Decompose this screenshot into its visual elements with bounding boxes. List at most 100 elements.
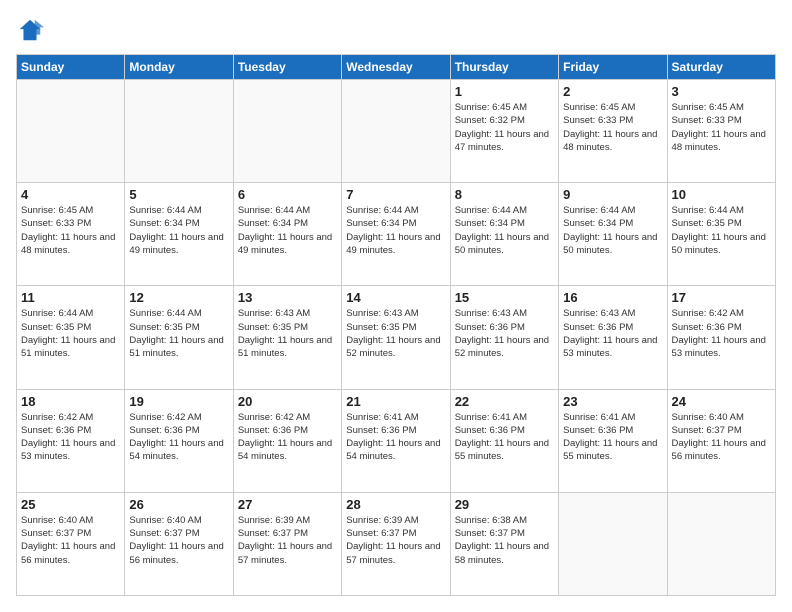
calendar-cell: 12 Sunrise: 6:44 AM Sunset: 6:35 PM Dayli… [125,286,233,389]
day-number: 24 [672,394,771,409]
calendar-cell: 14 Sunrise: 6:43 AM Sunset: 6:35 PM Dayli… [342,286,450,389]
day-number: 1 [455,84,554,99]
calendar-cell [559,492,667,595]
calendar-cell: 19 Sunrise: 6:42 AM Sunset: 6:36 PM Dayli… [125,389,233,492]
day-info: Sunrise: 6:41 AM Sunset: 6:36 PM Dayligh… [455,411,554,464]
day-info: Sunrise: 6:45 AM Sunset: 6:33 PM Dayligh… [672,101,771,154]
day-info: Sunrise: 6:43 AM Sunset: 6:35 PM Dayligh… [346,307,445,360]
logo-icon [16,16,44,44]
calendar-cell: 25 Sunrise: 6:40 AM Sunset: 6:37 PM Dayli… [17,492,125,595]
calendar-week-row: 11 Sunrise: 6:44 AM Sunset: 6:35 PM Dayli… [17,286,776,389]
day-info: Sunrise: 6:43 AM Sunset: 6:36 PM Dayligh… [563,307,662,360]
calendar-week-row: 25 Sunrise: 6:40 AM Sunset: 6:37 PM Dayli… [17,492,776,595]
weekday-header: Sunday [17,55,125,80]
day-number: 20 [238,394,337,409]
day-info: Sunrise: 6:41 AM Sunset: 6:36 PM Dayligh… [346,411,445,464]
day-info: Sunrise: 6:40 AM Sunset: 6:37 PM Dayligh… [21,514,120,567]
day-number: 15 [455,290,554,305]
day-number: 5 [129,187,228,202]
day-info: Sunrise: 6:40 AM Sunset: 6:37 PM Dayligh… [129,514,228,567]
calendar-cell [342,80,450,183]
calendar-cell: 9 Sunrise: 6:44 AM Sunset: 6:34 PM Daylig… [559,183,667,286]
calendar-cell: 27 Sunrise: 6:39 AM Sunset: 6:37 PM Dayli… [233,492,341,595]
day-info: Sunrise: 6:44 AM Sunset: 6:34 PM Dayligh… [238,204,337,257]
day-number: 2 [563,84,662,99]
day-info: Sunrise: 6:44 AM Sunset: 6:35 PM Dayligh… [21,307,120,360]
day-number: 12 [129,290,228,305]
day-number: 14 [346,290,445,305]
weekday-header: Tuesday [233,55,341,80]
day-info: Sunrise: 6:45 AM Sunset: 6:32 PM Dayligh… [455,101,554,154]
calendar-cell: 11 Sunrise: 6:44 AM Sunset: 6:35 PM Dayli… [17,286,125,389]
calendar-cell: 26 Sunrise: 6:40 AM Sunset: 6:37 PM Dayli… [125,492,233,595]
calendar-cell: 6 Sunrise: 6:44 AM Sunset: 6:34 PM Daylig… [233,183,341,286]
calendar-cell [125,80,233,183]
calendar-cell: 3 Sunrise: 6:45 AM Sunset: 6:33 PM Daylig… [667,80,775,183]
day-number: 29 [455,497,554,512]
day-number: 18 [21,394,120,409]
day-number: 3 [672,84,771,99]
calendar-cell: 17 Sunrise: 6:42 AM Sunset: 6:36 PM Dayli… [667,286,775,389]
day-info: Sunrise: 6:45 AM Sunset: 6:33 PM Dayligh… [563,101,662,154]
day-info: Sunrise: 6:39 AM Sunset: 6:37 PM Dayligh… [346,514,445,567]
calendar-cell: 8 Sunrise: 6:44 AM Sunset: 6:34 PM Daylig… [450,183,558,286]
calendar-cell: 10Sunrise: 6:44 AM Sunset: 6:35 PM Dayli… [667,183,775,286]
calendar-cell [17,80,125,183]
day-info: Sunrise: 6:44 AM Sunset: 6:34 PM Dayligh… [563,204,662,257]
calendar-cell: 2 Sunrise: 6:45 AM Sunset: 6:33 PM Daylig… [559,80,667,183]
calendar-cell: 28 Sunrise: 6:39 AM Sunset: 6:37 PM Dayli… [342,492,450,595]
logo [16,16,48,44]
calendar-cell: 5Sunrise: 6:44 AM Sunset: 6:34 PM Daylig… [125,183,233,286]
weekday-header: Friday [559,55,667,80]
day-info: Sunrise: 6:42 AM Sunset: 6:36 PM Dayligh… [129,411,228,464]
day-info: Sunrise: 6:43 AM Sunset: 6:35 PM Dayligh… [238,307,337,360]
day-number: 6 [238,187,337,202]
day-info: Sunrise: 6:44 AM Sunset: 6:34 PM Dayligh… [346,204,445,257]
calendar-cell: 1 Sunrise: 6:45 AM Sunset: 6:32 PM Daylig… [450,80,558,183]
day-number: 7 [346,187,445,202]
day-info: Sunrise: 6:39 AM Sunset: 6:37 PM Dayligh… [238,514,337,567]
day-info: Sunrise: 6:44 AM Sunset: 6:35 PM Dayligh… [129,307,228,360]
header [16,16,776,44]
calendar-cell: 24 Sunrise: 6:40 AM Sunset: 6:37 PM Dayli… [667,389,775,492]
day-info: Sunrise: 6:43 AM Sunset: 6:36 PM Dayligh… [455,307,554,360]
calendar: SundayMondayTuesdayWednesdayThursdayFrid… [16,54,776,596]
day-number: 16 [563,290,662,305]
weekday-header-row: SundayMondayTuesdayWednesdayThursdayFrid… [17,55,776,80]
calendar-cell: 21Sunrise: 6:41 AM Sunset: 6:36 PM Dayli… [342,389,450,492]
day-number: 11 [21,290,120,305]
calendar-cell: 16 Sunrise: 6:43 AM Sunset: 6:36 PM Dayli… [559,286,667,389]
day-number: 9 [563,187,662,202]
calendar-cell: 13 Sunrise: 6:43 AM Sunset: 6:35 PM Dayli… [233,286,341,389]
weekday-header: Monday [125,55,233,80]
calendar-cell [667,492,775,595]
day-number: 13 [238,290,337,305]
weekday-header: Wednesday [342,55,450,80]
day-number: 25 [21,497,120,512]
day-info: Sunrise: 6:44 AM Sunset: 6:34 PM Dayligh… [455,204,554,257]
day-number: 8 [455,187,554,202]
day-number: 22 [455,394,554,409]
day-number: 26 [129,497,228,512]
calendar-week-row: 4Sunrise: 6:45 AM Sunset: 6:33 PM Daylig… [17,183,776,286]
calendar-cell: 4Sunrise: 6:45 AM Sunset: 6:33 PM Daylig… [17,183,125,286]
page: SundayMondayTuesdayWednesdayThursdayFrid… [0,0,792,612]
day-info: Sunrise: 6:42 AM Sunset: 6:36 PM Dayligh… [672,307,771,360]
calendar-cell: 20 Sunrise: 6:42 AM Sunset: 6:36 PM Dayli… [233,389,341,492]
day-number: 19 [129,394,228,409]
day-number: 28 [346,497,445,512]
calendar-cell: 7 Sunrise: 6:44 AM Sunset: 6:34 PM Daylig… [342,183,450,286]
day-info: Sunrise: 6:41 AM Sunset: 6:36 PM Dayligh… [563,411,662,464]
day-info: Sunrise: 6:42 AM Sunset: 6:36 PM Dayligh… [238,411,337,464]
calendar-cell: 15 Sunrise: 6:43 AM Sunset: 6:36 PM Dayli… [450,286,558,389]
calendar-cell [233,80,341,183]
day-number: 17 [672,290,771,305]
weekday-header: Saturday [667,55,775,80]
day-info: Sunrise: 6:42 AM Sunset: 6:36 PM Dayligh… [21,411,120,464]
day-number: 27 [238,497,337,512]
day-info: Sunrise: 6:40 AM Sunset: 6:37 PM Dayligh… [672,411,771,464]
day-info: Sunrise: 6:44 AM Sunset: 6:35 PM Dayligh… [672,204,771,257]
calendar-cell: 23Sunrise: 6:41 AM Sunset: 6:36 PM Dayli… [559,389,667,492]
calendar-cell: 18 Sunrise: 6:42 AM Sunset: 6:36 PM Dayli… [17,389,125,492]
weekday-header: Thursday [450,55,558,80]
